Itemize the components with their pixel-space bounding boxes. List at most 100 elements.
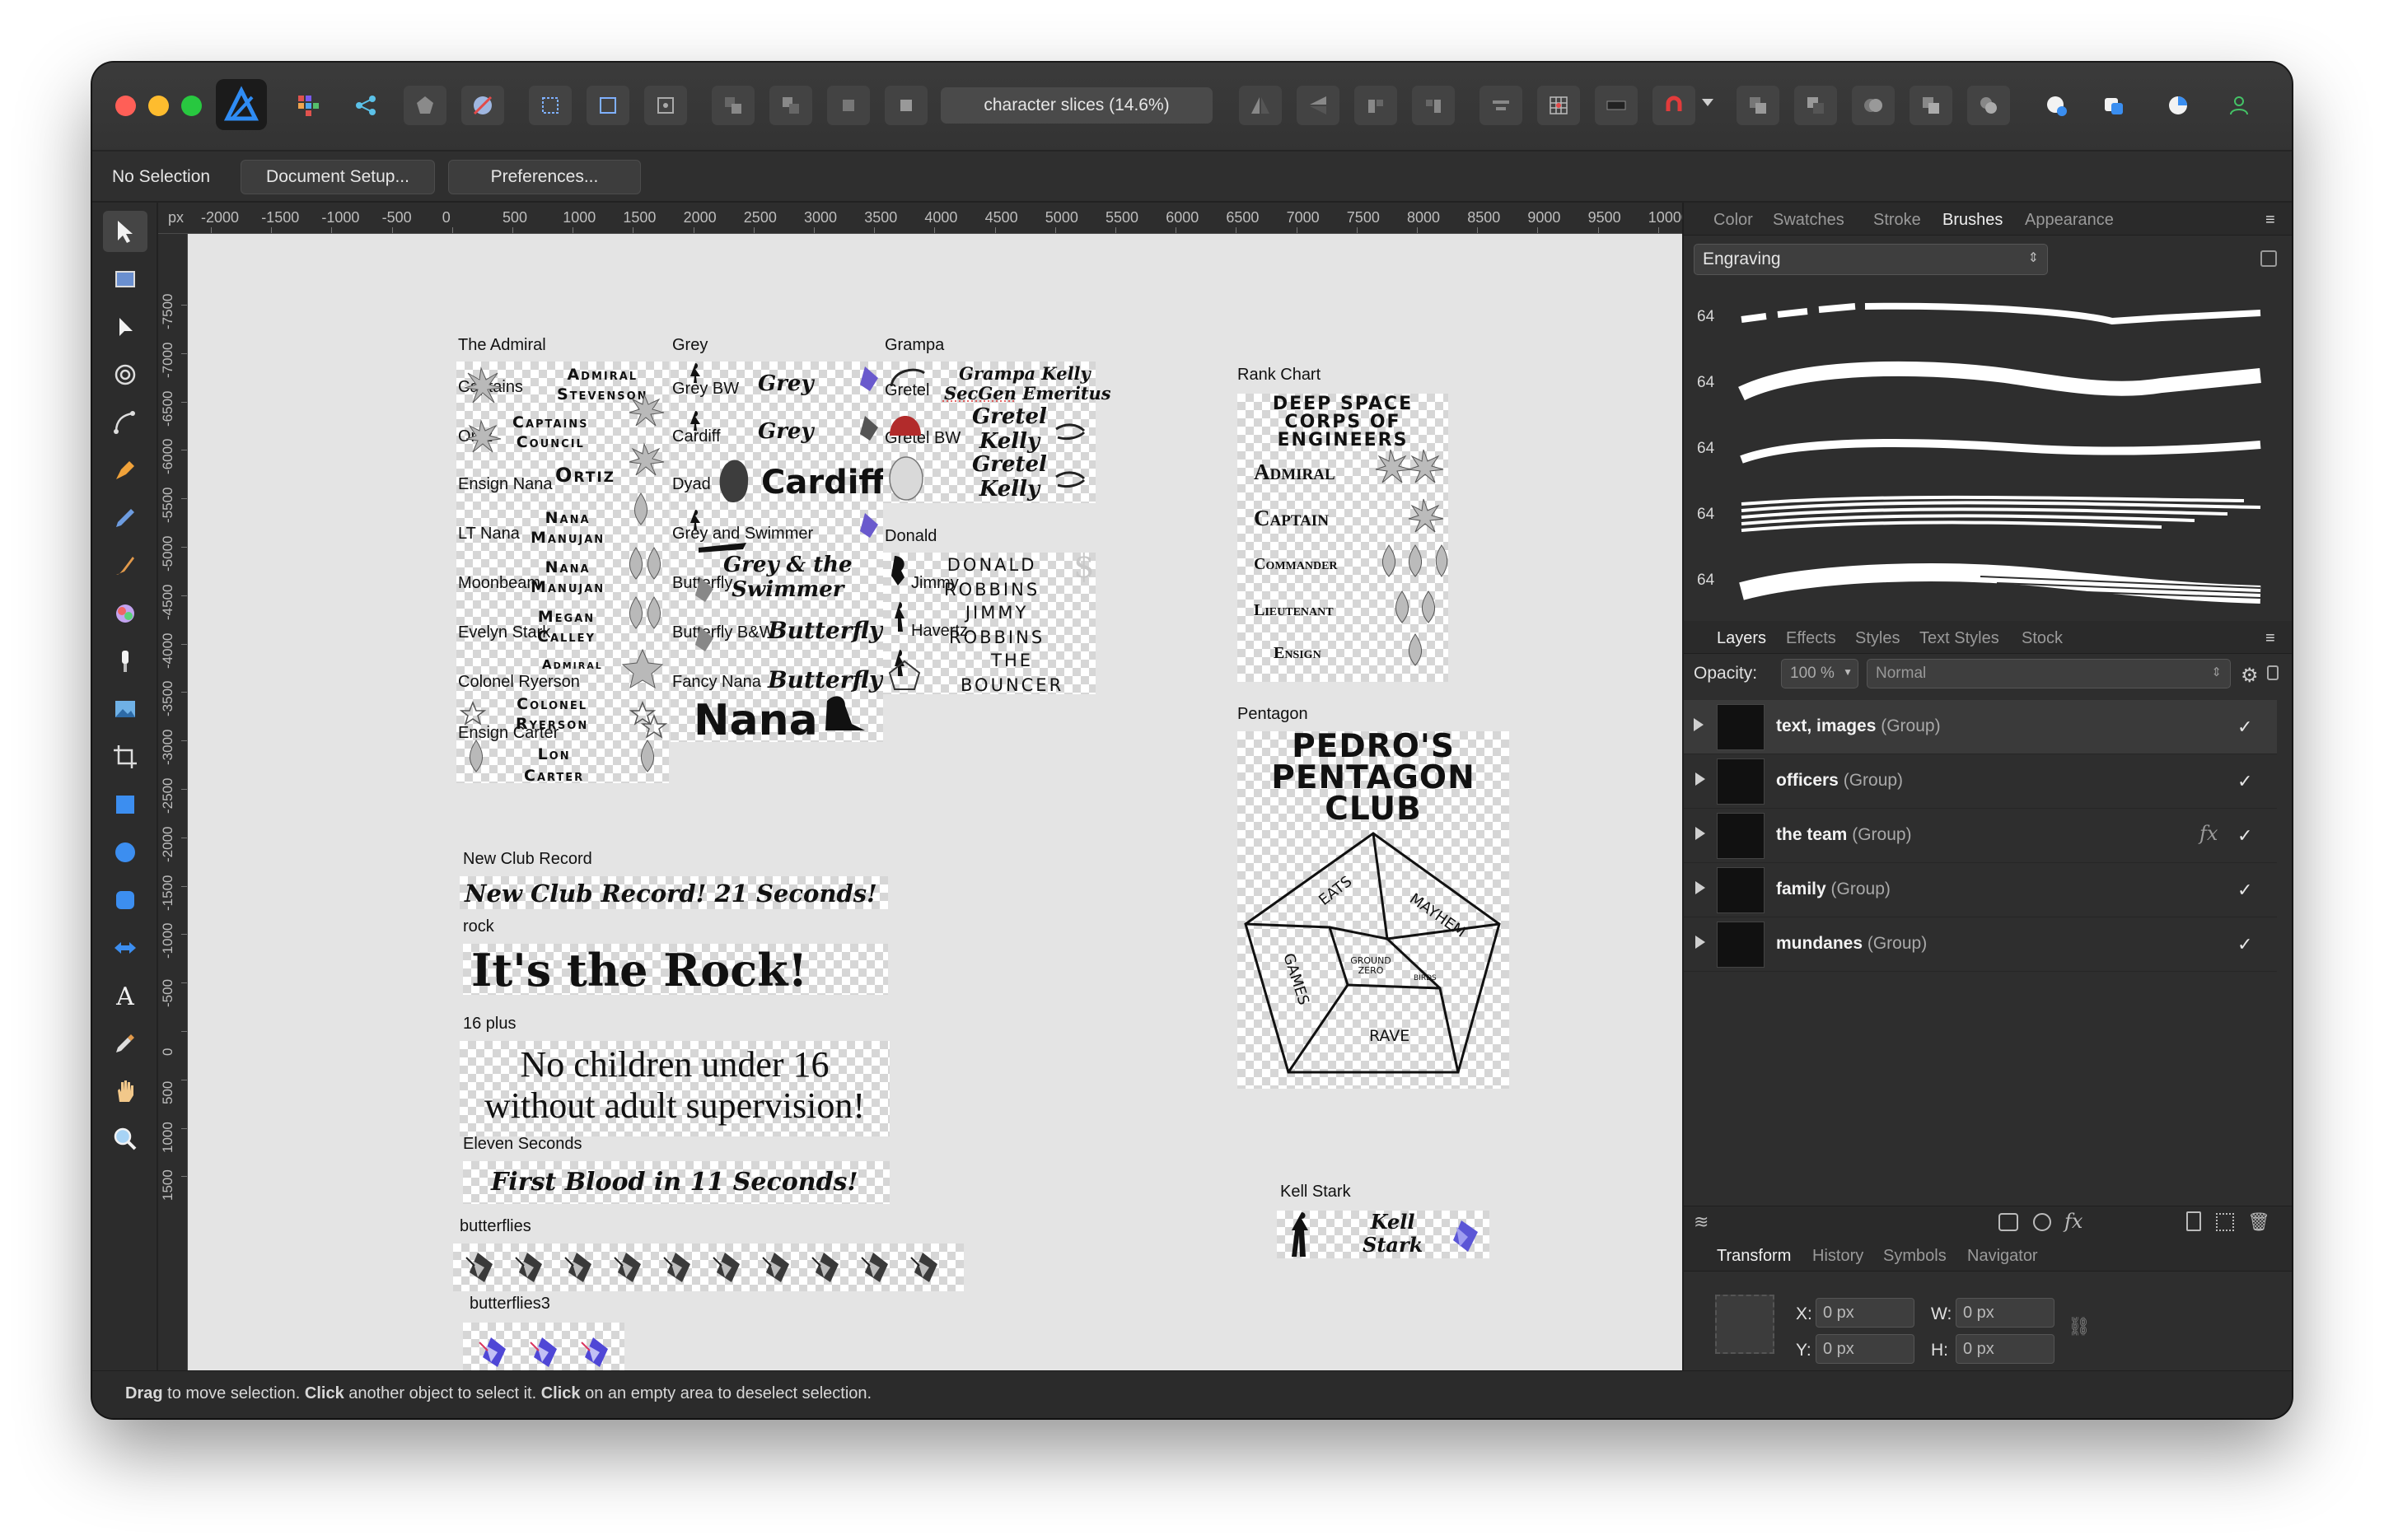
artboard-grampa[interactable]: Gretel Gretel BW Grampa Kelly SecGen Eme… [883,362,1111,503]
tab-history[interactable]: History [1812,1247,1863,1266]
brush-item[interactable]: 64 [1684,417,2292,483]
text-tool-icon[interactable]: A [103,975,147,1016]
artboard-16-plus[interactable]: No children under 16 without adult super… [460,1041,890,1136]
move-tool-icon[interactable] [103,211,147,252]
color-wheel-icon[interactable] [2157,86,2199,125]
user-account-icon[interactable] [2218,86,2260,125]
play-expand-icon[interactable] [1694,718,1704,731]
flip-vertical-icon[interactable] [1297,86,1339,125]
xor-boolean-icon[interactable] [1910,86,1952,125]
preferences-button[interactable]: Preferences... [448,160,641,194]
fill-tool-icon[interactable] [103,593,147,634]
artboard-pentagon[interactable]: PEDRO'S PENTAGON CLUB EATS MAYHEM GAMES … [1237,730,1509,1089]
brush-item[interactable]: 64 [1684,285,2292,351]
opacity-field[interactable]: 100 % ▼ [1781,659,1858,688]
transform-origin-icon[interactable] [644,86,687,125]
artboard-title-admiral[interactable]: The Admiral [458,336,546,355]
pixel-mode-icon[interactable] [1595,86,1638,125]
artboard-tool-icon[interactable] [103,259,147,300]
layer-row[interactable]: officers (Group) ✓ [1684,754,2277,809]
artboard-title-kell-stark[interactable]: Kell Stark [1280,1183,1351,1202]
artboard-donald[interactable]: Jimmy Havertz Donald Robbins Jimmy Robbi… [883,553,1096,695]
link-proportions-icon[interactable]: ⛓ [2068,1316,2091,1337]
pen-tool-icon[interactable] [103,402,147,443]
no-geometry-icon[interactable] [461,86,504,125]
visibility-checkbox[interactable]: ✓ [2237,881,2255,899]
artboard-butterflies[interactable] [453,1244,964,1291]
layers-menu-icon[interactable]: ≡ [2265,629,2275,648]
w-field[interactable]: 0 px [1956,1298,2054,1328]
share-icon[interactable] [344,86,387,125]
rounded-rectangle-tool-icon[interactable] [103,880,147,921]
visibility-checkbox[interactable]: ✓ [2237,718,2255,736]
pencil-tool-icon[interactable] [103,497,147,539]
subtract-boolean-icon[interactable] [1794,86,1837,125]
arrange-back-icon[interactable] [712,86,755,125]
artboard-kell-stark[interactable]: Kell Stark [1277,1211,1489,1258]
y-field[interactable]: 0 px [1816,1334,1914,1364]
h-field[interactable]: 0 px [1956,1334,2054,1364]
zoom-window-button[interactable] [181,96,202,116]
expand-triangle-icon[interactable] [1695,772,1705,786]
gear-icon[interactable]: ⚙ [2241,664,2259,688]
snapping-icon[interactable] [404,86,446,125]
fx-layer-icon[interactable]: fx [2064,1210,2082,1233]
node-tool-icon[interactable] [103,306,147,348]
tab-effects[interactable]: Effects [1786,629,1836,648]
expand-triangle-icon[interactable] [1695,936,1705,949]
transform-box-icon[interactable] [587,86,629,125]
gradient-tool-icon[interactable] [103,927,147,968]
alignment-icon[interactable] [1479,86,1522,125]
blend-mode-select[interactable]: Normal ⇕ [1867,659,2231,688]
arrange-front-icon[interactable] [885,86,928,125]
tab-brushes[interactable]: Brushes [1942,211,2003,230]
artboard-grey[interactable]: Grey BW Cardiff Dyad Grey and Swimmer Bu… [671,362,886,745]
tab-transform[interactable]: Transform [1717,1247,1791,1266]
persona-grid-icon[interactable] [287,86,330,125]
bounding-box-icon[interactable] [529,86,572,125]
assistant-icon[interactable] [2035,86,2078,125]
artboard-title-16-plus[interactable]: 16 plus [463,1015,517,1034]
panel-menu-icon[interactable]: ≡ [2265,211,2275,230]
artboard-title-rank-chart[interactable]: Rank Chart [1237,366,1321,385]
artboard-title-rock[interactable]: rock [463,917,494,936]
tab-symbols[interactable]: Symbols [1883,1247,1947,1266]
adjustment-layer-icon[interactable] [2033,1213,2051,1231]
studio-icon[interactable] [2092,86,2135,125]
brush-item[interactable]: 64 [1684,548,2292,614]
color-picker-tool-icon[interactable] [103,1023,147,1064]
ellipse-tool-icon[interactable] [103,832,147,873]
place-image-tool-icon[interactable] [103,688,147,730]
add-layer-icon[interactable] [2186,1211,2201,1231]
brush-item[interactable]: 64 [1684,351,2292,417]
flip-horizontal-icon[interactable] [1239,86,1282,125]
layer-row[interactable]: text, images (Group) ✓ [1684,700,2277,754]
add-boolean-icon[interactable] [1737,86,1779,125]
layer-row[interactable]: family (Group) ✓ [1684,863,2277,917]
tab-text-styles[interactable]: Text Styles [1919,629,1999,648]
anchor-selector[interactable] [1715,1295,1774,1354]
affinity-designer-icon[interactable] [216,79,267,130]
artboard-butterflies3[interactable] [463,1323,624,1370]
horizontal-ruler[interactable]: px -2000 -1500 -1000 -500 0 500 1000 1500 2000 25… [158,203,1774,234]
expand-triangle-icon[interactable] [1695,827,1705,840]
arrange-backward-icon[interactable] [769,86,812,125]
intersect-boolean-icon[interactable] [1852,86,1895,125]
transparency-tool-icon[interactable] [103,641,147,682]
x-field[interactable]: 0 px [1816,1298,1914,1328]
tab-stroke[interactable]: Stroke [1873,211,1921,230]
canvas[interactable]: The Admiral Captains Ortiz Ensign Nana L… [188,234,1774,1370]
visibility-checkbox[interactable]: ✓ [2237,827,2255,845]
layers-stack-icon[interactable]: ≋ [1694,1211,1709,1233]
pen-nib-icon[interactable] [103,450,147,491]
layer-row[interactable]: the team (Group) fx ✓ [1684,809,2277,863]
brush-item[interactable]: 64 [1684,483,2292,548]
snapping-magnet-icon[interactable] [1652,86,1695,125]
rectangle-tool-icon[interactable] [103,784,147,825]
visibility-checkbox[interactable]: ✓ [2237,772,2255,791]
lock-icon[interactable] [2267,665,2279,680]
artboard-rank-chart[interactable]: Deep Space Corps of Engineers Admiral Ca… [1237,394,1448,682]
artboard-title-grey[interactable]: Grey [672,336,708,355]
visibility-checkbox[interactable]: ✓ [2237,936,2255,954]
tab-layers[interactable]: Layers [1717,629,1766,648]
